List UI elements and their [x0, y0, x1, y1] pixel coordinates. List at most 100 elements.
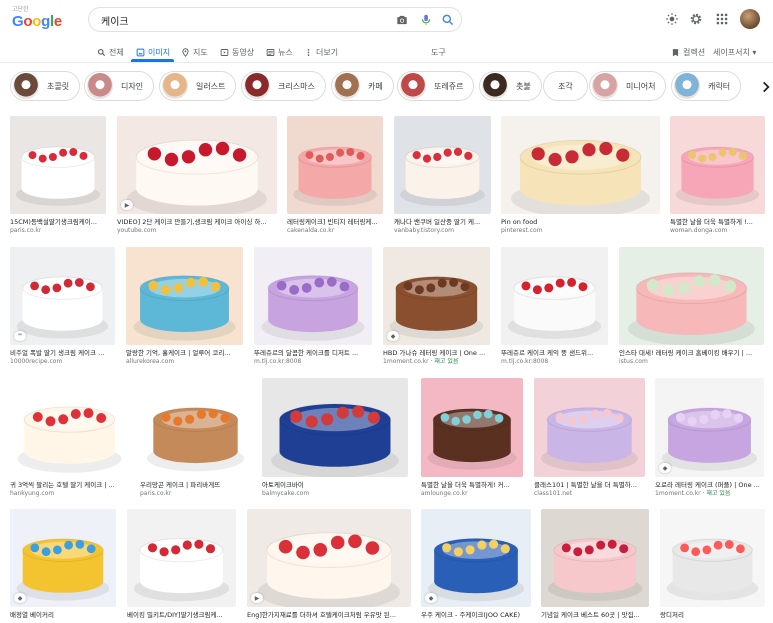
image-result[interactable]: 15CM)등백설딸기생크림케이... paris.co.kr [10, 116, 106, 240]
result-thumbnail[interactable] [660, 509, 765, 607]
safesearch-button[interactable]: 세이프서치 ▾ [713, 43, 756, 61]
image-result[interactable]: ❜❜ 비주얼 폭발 딸기 생크림 케이크 ... 10000recipe.com [10, 247, 115, 371]
chip[interactable]: 크리스마스 [241, 71, 326, 101]
result-title[interactable]: 캐나다 밴쿠버 일산중 딸기 케... [394, 218, 491, 227]
result-thumbnail[interactable] [117, 116, 277, 214]
result-thumbnail[interactable] [655, 378, 764, 477]
result-thumbnail[interactable] [394, 116, 491, 214]
result-title[interactable]: 오로라 레터링 케이크 (퍼플) | One ... [655, 481, 764, 490]
chip[interactable]: 카페 [331, 71, 394, 101]
image-result[interactable]: 우리망곤 케이크 | 파리바게뜨 paris.co.kr [140, 378, 251, 503]
result-title[interactable]: VIDEO] 2단 케이크 만들기,생크림 케이크 아이싱 하... [117, 218, 277, 227]
image-result[interactable]: 특별한 날을 더욱 특별하게 !... woman.donga.com [670, 116, 765, 240]
result-thumbnail[interactable] [501, 116, 660, 214]
image-result[interactable]: 말랑한 기억, 홀케이크 | 얼루어 코리... allurekorea.com [126, 247, 243, 371]
tab-videos[interactable]: 동영상 [220, 43, 254, 61]
result-title[interactable]: Pin on food [501, 218, 660, 227]
image-result[interactable]: ▶ Eng]한가지재료를 더하셔 호텔케이크처럼 우유맛 된... [247, 509, 411, 623]
result-title[interactable]: 레터링케이크] 빈티지 레터링케... [287, 218, 383, 227]
result-thumbnail[interactable] [421, 378, 523, 477]
tab-all[interactable]: 전체 [97, 43, 124, 61]
result-thumbnail[interactable] [126, 247, 243, 345]
image-result[interactable]: 특별한 날을 더욱 특별하게! 커... amlounge.co.kr [421, 378, 523, 503]
image-result[interactable]: 캐나다 밴쿠버 일산중 딸기 케... vanbaby.tistory.com [394, 116, 491, 240]
image-result[interactable]: ◆ 오로라 레터링 케이크 (퍼플) | One ... 1moment.co.kr… [655, 378, 764, 503]
brightness-icon[interactable] [665, 12, 679, 26]
result-title[interactable]: 기념일 케이크 베스트 60곳 | 맛집... [541, 611, 649, 620]
search-input[interactable] [101, 12, 381, 28]
result-thumbnail[interactable] [127, 509, 236, 607]
image-result[interactable]: Pin on food pinterest.com [501, 116, 660, 240]
result-thumbnail[interactable] [501, 247, 608, 345]
result-title[interactable]: 특별한 날을 더욱 특별하게! 커... [421, 481, 523, 490]
result-thumbnail[interactable] [383, 247, 490, 345]
result-title[interactable]: 클래스101 | 특별한 날을 더 특별하... [534, 481, 645, 490]
result-title[interactable]: 말랑한 기억, 홀케이크 | 얼루어 코리... [126, 349, 243, 358]
chip[interactable]: 조각 [543, 71, 588, 101]
image-result[interactable]: 귀 3억씩 팔리는 호텔 딸기 케이크 | ... hankyung.com [10, 378, 129, 503]
image-result[interactable]: 뚜레쥬르의 달콤한 케이크를 디저트 ... m.tlj.co.kr:8008 [254, 247, 372, 371]
result-thumbnail[interactable] [10, 509, 116, 607]
google-logo[interactable]: 고단한 Google [12, 6, 64, 32]
result-title[interactable]: 우리망곤 케이크 | 파리바게뜨 [140, 481, 251, 490]
image-result[interactable]: 레터링케이크] 빈티지 레터링케... cakenalda.co.kr [287, 116, 383, 240]
chip[interactable]: 촛불 [479, 71, 542, 101]
apps-icon[interactable] [715, 12, 729, 26]
result-thumbnail[interactable] [421, 509, 531, 607]
result-title[interactable]: 비주얼 폭발 딸기 생크림 케이크 ... [10, 349, 115, 358]
image-result[interactable]: ◆ 우주 케이크 - 주케이크(JOO CAKE) [421, 509, 531, 623]
result-title[interactable]: 베이킹 밀키트/DIY]딸기생크림케... [127, 611, 236, 620]
chip[interactable]: 미니어처 [589, 71, 667, 101]
result-thumbnail[interactable] [247, 509, 411, 607]
image-result[interactable]: 인스타 대세! 레터링 케이크 홈베이킹 배우기 | ... istus.com [619, 247, 764, 371]
result-thumbnail[interactable] [10, 116, 106, 214]
image-result[interactable]: 클래스101 | 특별한 날을 더 특별하... class101.net [534, 378, 645, 503]
result-thumbnail[interactable] [10, 247, 115, 345]
result-thumbnail[interactable] [140, 378, 251, 477]
chip[interactable]: 캐릭터 [671, 71, 742, 101]
result-title[interactable]: Eng]한가지재료를 더하셔 호텔케이크처럼 우유맛 된... [247, 611, 411, 620]
chip[interactable]: 디자인 [84, 71, 155, 101]
result-title[interactable]: 특별한 날을 더욱 특별하게 !... [670, 218, 765, 227]
tab-news[interactable]: 뉴스 [266, 43, 293, 61]
result-title[interactable]: 배정열 베이커리 [10, 611, 116, 620]
result-thumbnail[interactable] [619, 247, 764, 345]
result-title[interactable]: 인스타 대세! 레터링 케이크 홈베이킹 배우기 | ... [619, 349, 764, 358]
result-title[interactable]: 우주 케이크 - 주케이크(JOO CAKE) [421, 611, 531, 620]
result-title[interactable]: 귀 3억씩 팔리는 호텔 딸기 케이크 | ... [10, 481, 129, 490]
result-thumbnail[interactable] [10, 378, 129, 477]
result-thumbnail[interactable] [254, 247, 372, 345]
chip[interactable]: 또레쥬르 [397, 71, 475, 101]
result-title[interactable]: 15CM)등백설딸기생크림케이... [10, 218, 106, 227]
image-result[interactable]: 랑디저리 [660, 509, 765, 623]
result-title[interactable]: 뚜레쥬르 케이크 케익 뚱 샌드위... [501, 349, 608, 358]
settings-icon[interactable] [689, 12, 703, 26]
search-icon[interactable] [441, 13, 455, 27]
result-title[interactable]: HBD 가나슈 레터링 케이크 | One ... [383, 349, 490, 358]
result-thumbnail[interactable] [670, 116, 765, 214]
chip[interactable]: 초콜릿 [10, 71, 81, 101]
collections-button[interactable]: 컬렉션 [671, 43, 705, 61]
result-title[interactable]: 뚜레쥬르의 달콤한 케이크를 디저트 ... [254, 349, 372, 358]
account-avatar[interactable] [740, 9, 760, 29]
result-thumbnail[interactable] [534, 378, 645, 477]
chip[interactable]: 일러스트 [159, 71, 237, 101]
result-title[interactable]: 아토케이크바이 [262, 481, 408, 490]
result-thumbnail[interactable] [541, 509, 649, 607]
result-thumbnail[interactable] [262, 378, 408, 477]
image-result[interactable]: ◆ HBD 가나슈 레터링 케이크 | One ... 1moment.co.kr … [383, 247, 490, 371]
chips-next-button[interactable] [753, 73, 773, 101]
tab-maps[interactable]: 지도 [181, 43, 208, 61]
image-result[interactable]: 아토케이크바이 balmycake.com [262, 378, 408, 503]
image-result[interactable]: 뚜레쥬르 케이크 케익 뚱 샌드위... m.tlj.co.kr:8008 [501, 247, 608, 371]
mic-icon[interactable] [419, 13, 433, 27]
tab-more[interactable]: 더보기 [304, 43, 338, 61]
camera-icon[interactable] [395, 13, 409, 27]
result-title[interactable]: 랑디저리 [660, 611, 765, 620]
image-result[interactable]: ◆ 배정열 베이커리 [10, 509, 116, 623]
image-result[interactable]: ▶ VIDEO] 2단 케이크 만들기,생크림 케이크 아이싱 하... youtu… [117, 116, 277, 240]
result-thumbnail[interactable] [287, 116, 383, 214]
image-result[interactable]: 기념일 케이크 베스트 60곳 | 맛집... [541, 509, 649, 623]
image-result[interactable]: 베이킹 밀키트/DIY]딸기생크림케... [127, 509, 236, 623]
tools-button[interactable]: 도구 [431, 43, 446, 61]
